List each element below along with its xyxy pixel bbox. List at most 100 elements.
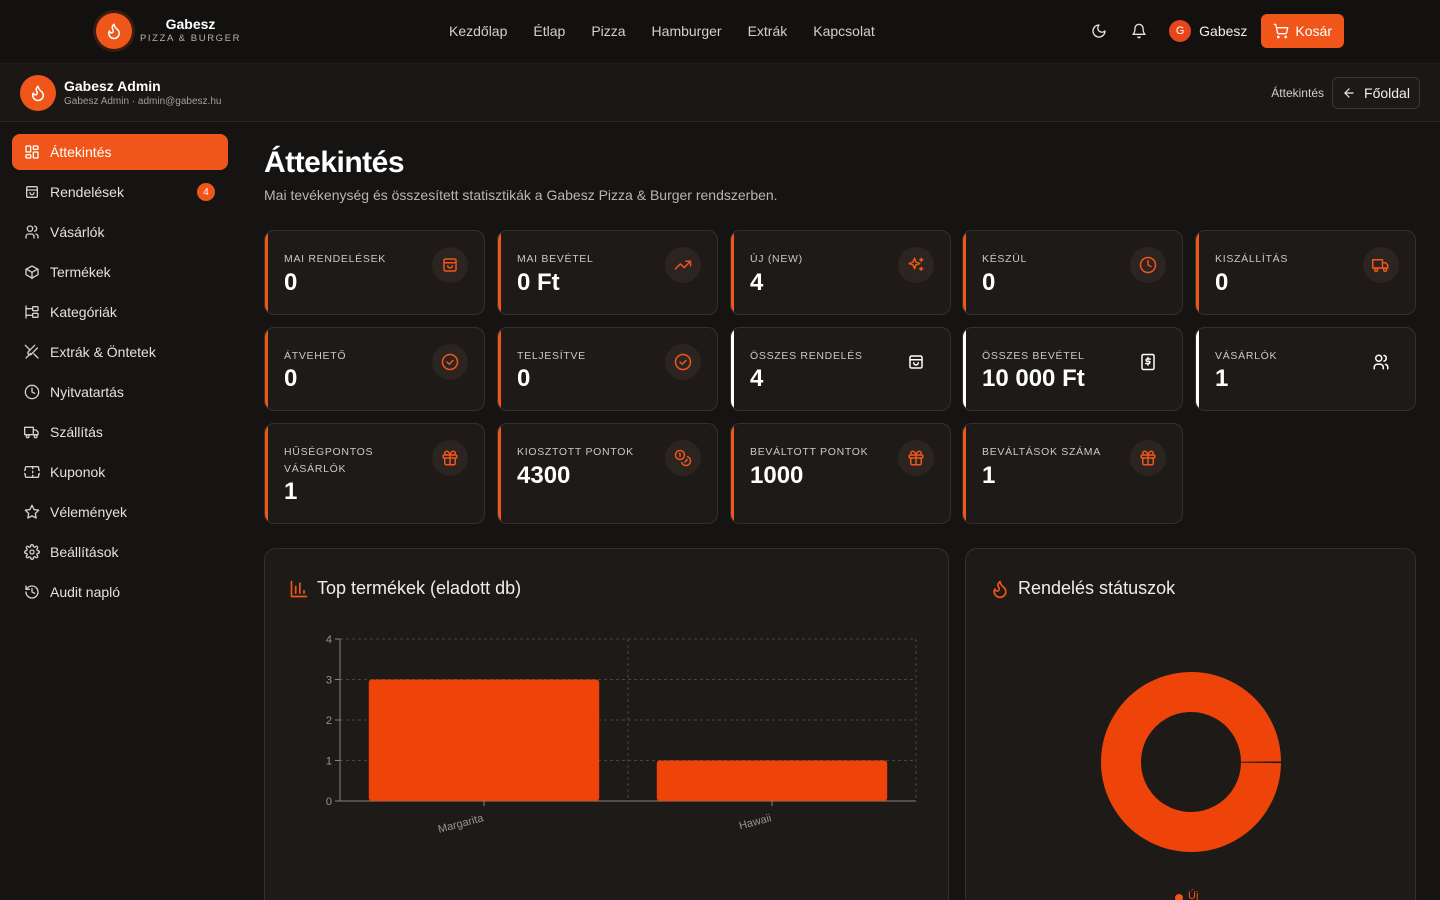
donut-slice-Új: [1101, 672, 1281, 852]
box-icon: [24, 264, 40, 280]
top-products-title: Top termékek (eladott db): [317, 578, 522, 598]
sidebar-item-label: Termékek: [50, 264, 111, 280]
trending-up-icon: [665, 247, 701, 283]
gift-icon: [898, 440, 934, 476]
stat-card-total-revenue: Összes bevétel 10 000 Ft: [962, 327, 1183, 411]
stat-value: 1: [284, 478, 298, 505]
stat-value: 10 000 Ft: [982, 365, 1085, 392]
sidebar-item-delivery[interactable]: Szállítás: [12, 414, 228, 450]
sidebar-item-audit-log[interactable]: Audit napló: [12, 574, 228, 610]
truck-icon: [1363, 247, 1399, 283]
stat-value: 0: [982, 269, 996, 296]
cart-label: Kosár: [1295, 23, 1332, 39]
bar-margarita: [368, 679, 600, 801]
bag-icon: [898, 344, 934, 380]
stat-label: Kiosztott pontok: [517, 446, 634, 458]
sidebar-item-categories[interactable]: Kategóriák: [12, 294, 228, 330]
stat-value: 0: [284, 269, 298, 296]
receipt-icon: [1130, 344, 1166, 380]
sidebar-item-label: Rendelések: [50, 184, 124, 200]
sidebar-item-products[interactable]: Termékek: [12, 254, 228, 290]
stat-value: 1000: [750, 462, 804, 489]
sidebar-item-orders[interactable]: Rendelések 4: [12, 174, 228, 210]
y-tick-label: 3: [326, 675, 332, 687]
sidebar-item-label: Szállítás: [50, 424, 103, 440]
bag-icon: [24, 184, 40, 200]
stat-value: 4: [750, 365, 764, 392]
nav-link-home[interactable]: Kezdőlap: [449, 22, 507, 40]
flame-icon: [20, 75, 56, 111]
stat-card-customers: Vásárlók 1: [1195, 327, 1416, 411]
top-products-chart: 0 1 2 3 4 Margarita Hawaii: [326, 634, 917, 836]
home-button-label: Főoldal: [1364, 85, 1410, 101]
stat-value: 4: [750, 269, 764, 296]
y-tick-label: 0: [326, 796, 332, 808]
orders-count-badge: 4: [197, 183, 215, 201]
sidebar: Áttekintés Rendelések 4 Vásárlók Terméke…: [0, 122, 240, 900]
cart-icon: [1274, 23, 1289, 39]
tree-icon: [24, 304, 40, 320]
top-products-panel: Top termékek (eladott db) 0 1 2 3 4 Margarita…: [264, 548, 949, 900]
stat-card-today-revenue: Mai bevétel 0 Ft: [497, 230, 718, 315]
top-navbar: Gabesz PIZZA & BURGER Kezdőlap Étlap Piz…: [0, 0, 1440, 64]
sidebar-item-coupons[interactable]: Kuponok: [12, 454, 228, 490]
brand-subtitle: PIZZA & BURGER: [140, 33, 242, 44]
sidebar-item-extras[interactable]: Extrák & Öntetek: [12, 334, 228, 370]
stat-label: Átvehető: [284, 350, 347, 362]
nav-right-group: G Gabesz Kosár: [1089, 14, 1344, 48]
stat-value: 0: [517, 365, 531, 392]
truck-icon: [24, 424, 40, 440]
legend-swatch: [1175, 894, 1183, 900]
admin-header: Gabesz Admin Gabesz Admin · admin@gabesz…: [0, 64, 1440, 122]
page-subtitle: Mai tevékenység és összesített statiszti…: [264, 187, 778, 203]
admin-name: Gabesz Admin: [64, 78, 161, 94]
admin-email: Gabesz Admin · admin@gabesz.hu: [64, 96, 222, 107]
stat-card-total-orders: Összes rendelés 4: [730, 327, 951, 411]
user-menu[interactable]: G Gabesz: [1169, 20, 1247, 42]
flame-logo-icon: [96, 13, 132, 49]
legend-label: Új: [1188, 890, 1199, 900]
sidebar-item-reviews[interactable]: Vélemények: [12, 494, 228, 530]
nav-link-extras[interactable]: Extrák: [748, 22, 788, 40]
stat-label: Összes bevétel: [982, 350, 1085, 362]
bar-hawaii: [656, 760, 888, 801]
stat-value: 0 Ft: [517, 269, 560, 296]
nav-link-menu[interactable]: Étlap: [533, 22, 565, 40]
check-circle-icon: [432, 344, 468, 380]
check-circle-icon: [665, 344, 701, 380]
sidebar-item-opening-hours[interactable]: Nyitvatartás: [12, 374, 228, 410]
user-name: Gabesz: [1199, 23, 1248, 39]
bell-icon[interactable]: [1129, 21, 1149, 41]
clock-icon: [1130, 247, 1166, 283]
gear-icon: [24, 544, 40, 560]
stat-label: Készül: [982, 253, 1028, 265]
bar-chart-icon: [289, 579, 309, 599]
home-button[interactable]: Főoldal: [1332, 77, 1420, 109]
sidebar-item-customers[interactable]: Vásárlók: [12, 214, 228, 250]
sidebar-item-overview[interactable]: Áttekintés: [12, 134, 228, 170]
nav-link-contact[interactable]: Kapcsolat: [813, 22, 874, 40]
y-tick-label: 1: [326, 756, 332, 768]
stat-card-points-redeemed: Beváltott pontok 1000: [730, 423, 951, 524]
moon-icon[interactable]: [1089, 21, 1109, 41]
gift-icon: [1130, 440, 1166, 476]
nav-link-hamburger[interactable]: Hamburger: [652, 22, 722, 40]
stat-card-redemptions: Beváltások száma 1: [962, 423, 1183, 524]
sparkles-icon: [898, 247, 934, 283]
brand[interactable]: Gabesz PIZZA & BURGER: [96, 13, 241, 49]
stat-value: 0: [284, 365, 298, 392]
y-tick-label: 2: [326, 715, 332, 727]
stat-value: 0: [1215, 269, 1229, 296]
brand-name: Gabesz: [165, 16, 216, 32]
sidebar-item-label: Audit napló: [50, 584, 121, 600]
sidebar-item-settings[interactable]: Beállítások: [12, 534, 228, 570]
stat-label: Mai rendelések: [284, 253, 386, 265]
nav-link-pizza[interactable]: Pizza: [591, 22, 625, 40]
coins-icon: [665, 440, 701, 476]
stat-label: Hűségpontos vásárlók: [284, 446, 374, 475]
stat-card-delivery: Kiszállítás 0: [1195, 230, 1416, 315]
stat-label: Új (new): [750, 253, 803, 265]
stat-label: Beváltott pontok: [750, 446, 869, 458]
cart-button[interactable]: Kosár: [1261, 14, 1344, 48]
sidebar-item-label: Áttekintés: [50, 144, 112, 160]
